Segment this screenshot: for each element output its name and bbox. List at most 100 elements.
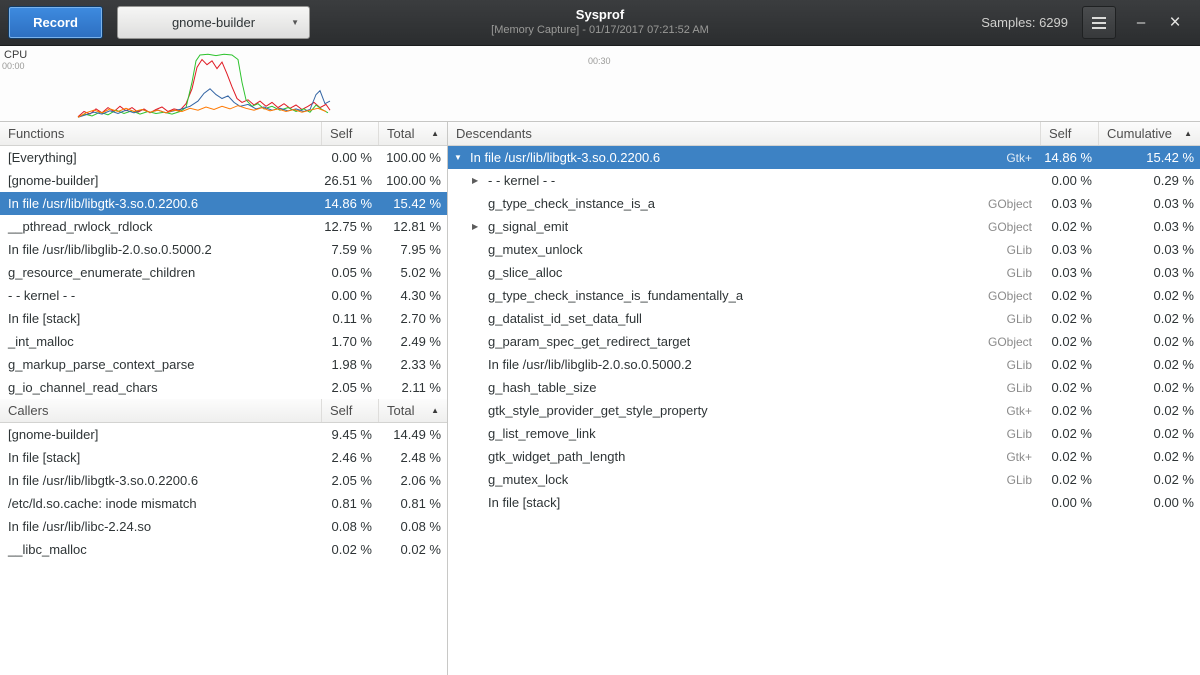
table-row[interactable]: In file /usr/lib/libglib-2.0.so.0.5000.2… <box>0 238 447 261</box>
tree-row[interactable]: In file /usr/lib/libglib-2.0.so.0.5000.2… <box>448 353 1200 376</box>
table-row[interactable]: g_resource_enumerate_children0.05 %5.02 … <box>0 261 447 284</box>
table-row[interactable]: In file /usr/lib/libgtk-3.so.0.2200.614.… <box>0 192 447 215</box>
sort-ascending-icon: ▲ <box>1184 129 1192 138</box>
library-tag: Gtk+ <box>1006 404 1040 418</box>
self-value: 2.05 % <box>321 473 378 488</box>
time-tick-mid: 00:30 <box>588 56 611 66</box>
tree-row[interactable]: g_slice_allocGLib0.03 %0.03 % <box>448 261 1200 284</box>
table-row[interactable]: In file /usr/lib/libc-2.24.so0.08 %0.08 … <box>0 515 447 538</box>
column-header-total[interactable]: Total ▲ <box>378 399 447 422</box>
function-name-cell: __pthread_rwlock_rdlock <box>0 219 321 234</box>
tree-row[interactable]: g_type_check_instance_is_aGObject0.03 %0… <box>448 192 1200 215</box>
library-tag: GLib <box>1007 473 1040 487</box>
total-value: 0.08 % <box>378 519 447 534</box>
tree-row[interactable]: ▼In file /usr/lib/libgtk-3.so.0.2200.6 Gt… <box>448 146 1200 169</box>
function-name: gtk_widget_path_length <box>488 449 625 464</box>
total-value: 12.81 % <box>378 219 447 234</box>
library-tag: GLib <box>1007 312 1040 326</box>
column-header-functions[interactable]: Functions <box>0 122 321 145</box>
descendants-table-header: Descendants Self Cumulative ▲ <box>448 122 1200 146</box>
cumulative-value: 0.03 % <box>1098 196 1200 211</box>
self-value: 0.02 % <box>1040 219 1098 234</box>
table-row[interactable]: In file [stack]0.11 %2.70 % <box>0 307 447 330</box>
descendant-name-cell: g_mutex_lock GLib <box>448 472 1040 487</box>
self-value: 0.02 % <box>1040 472 1098 487</box>
function-name-cell: In file /usr/lib/libglib-2.0.so.0.5000.2 <box>0 242 321 257</box>
sysprof-window: Record gnome-builder ▼ Sysprof [Memory C… <box>0 0 1200 675</box>
table-row[interactable]: __libc_malloc0.02 %0.02 % <box>0 538 447 561</box>
table-row[interactable]: [gnome-builder]9.45 %14.49 % <box>0 423 447 446</box>
record-button[interactable]: Record <box>8 6 103 39</box>
tree-row[interactable]: g_mutex_lockGLib0.02 %0.02 % <box>448 468 1200 491</box>
expander-icon[interactable]: ▼ <box>454 153 470 162</box>
cumulative-value: 0.02 % <box>1098 380 1200 395</box>
tree-row[interactable]: ▶- - kernel - -0.00 %0.29 % <box>448 169 1200 192</box>
left-pane-empty-space <box>0 561 447 675</box>
table-row[interactable]: g_markup_parse_context_parse1.98 %2.33 % <box>0 353 447 376</box>
tree-row[interactable]: g_datalist_id_set_data_fullGLib0.02 %0.0… <box>448 307 1200 330</box>
function-name-cell: - - kernel - - <box>0 288 321 303</box>
column-header-cumulative[interactable]: Cumulative ▲ <box>1098 122 1200 145</box>
column-header-self[interactable]: Self <box>321 399 378 422</box>
function-name: g_datalist_id_set_data_full <box>488 311 642 326</box>
function-name-cell: [gnome-builder] <box>0 427 321 442</box>
expander-icon[interactable]: ▶ <box>472 222 488 231</box>
minimize-button[interactable]: – <box>1124 6 1158 39</box>
descendant-name-cell: g_type_check_instance_is_fundamentally_a… <box>448 288 1040 303</box>
table-row[interactable]: /etc/ld.so.cache: inode mismatch0.81 %0.… <box>0 492 447 515</box>
function-name: In file /usr/lib/libgtk-3.so.0.2200.6 <box>470 150 660 165</box>
table-row[interactable]: g_io_channel_read_chars2.05 %2.11 % <box>0 376 447 399</box>
cpu-usage-graph[interactable]: CPU 00:00 00:30 <box>0 46 1200 122</box>
table-row[interactable]: [gnome-builder]26.51 %100.00 % <box>0 169 447 192</box>
table-row[interactable]: __pthread_rwlock_rdlock12.75 %12.81 % <box>0 215 447 238</box>
tree-row[interactable]: g_hash_table_sizeGLib0.02 %0.02 % <box>448 376 1200 399</box>
column-header-self[interactable]: Self <box>1040 122 1098 145</box>
close-button[interactable]: × <box>1158 6 1192 39</box>
function-name-cell: In file /usr/lib/libc-2.24.so <box>0 519 321 534</box>
expander-icon[interactable]: ▶ <box>472 176 488 185</box>
total-value: 15.42 % <box>378 196 447 211</box>
process-selector-dropdown[interactable]: gnome-builder ▼ <box>117 6 310 39</box>
function-name: g_type_check_instance_is_fundamentally_a <box>488 288 743 303</box>
table-row[interactable]: - - kernel - -0.00 %4.30 % <box>0 284 447 307</box>
tree-row[interactable]: gtk_style_provider_get_style_propertyGtk… <box>448 399 1200 422</box>
function-name: g_mutex_lock <box>488 472 568 487</box>
hamburger-icon <box>1092 17 1106 19</box>
column-header-callers[interactable]: Callers <box>0 399 321 422</box>
tree-row[interactable]: g_list_remove_linkGLib0.02 %0.02 % <box>448 422 1200 445</box>
cumulative-value: 0.00 % <box>1098 495 1200 510</box>
table-row[interactable]: [Everything]0.00 %100.00 % <box>0 146 447 169</box>
self-value: 0.03 % <box>1040 242 1098 257</box>
tree-row[interactable]: In file [stack]0.00 %0.00 % <box>448 491 1200 514</box>
function-name-cell: /etc/ld.so.cache: inode mismatch <box>0 496 321 511</box>
tree-row[interactable]: gtk_widget_path_lengthGtk+0.02 %0.02 % <box>448 445 1200 468</box>
library-tag: GLib <box>1007 381 1040 395</box>
tree-row[interactable]: g_mutex_unlockGLib0.03 %0.03 % <box>448 238 1200 261</box>
library-tag: Gtk+ <box>1006 151 1040 165</box>
samples-count: Samples: 6299 <box>981 15 1068 30</box>
self-value: 0.02 % <box>1040 311 1098 326</box>
library-tag: GObject <box>988 197 1040 211</box>
tree-row[interactable]: g_type_check_instance_is_fundamentally_a… <box>448 284 1200 307</box>
library-tag: GLib <box>1007 427 1040 441</box>
library-tag: GObject <box>988 289 1040 303</box>
self-value: 0.02 % <box>321 542 378 557</box>
table-row[interactable]: In file [stack]2.46 %2.48 % <box>0 446 447 469</box>
self-value: 0.11 % <box>321 311 378 326</box>
header-right: Samples: 6299 – × <box>981 6 1192 39</box>
library-tag: GObject <box>988 335 1040 349</box>
table-row[interactable]: _int_malloc1.70 %2.49 % <box>0 330 447 353</box>
tree-row[interactable]: g_param_spec_get_redirect_targetGObject0… <box>448 330 1200 353</box>
cumulative-value: 0.03 % <box>1098 242 1200 257</box>
column-header-descendants[interactable]: Descendants <box>448 122 1040 145</box>
self-value: 0.02 % <box>1040 426 1098 441</box>
column-header-total[interactable]: Total ▲ <box>378 122 447 145</box>
menu-button[interactable] <box>1082 6 1116 39</box>
self-value: 0.02 % <box>1040 380 1098 395</box>
library-tag: GLib <box>1007 243 1040 257</box>
table-row[interactable]: In file /usr/lib/libgtk-3.so.0.2200.62.0… <box>0 469 447 492</box>
column-header-self[interactable]: Self <box>321 122 378 145</box>
library-tag: GObject <box>988 220 1040 234</box>
self-value: 1.70 % <box>321 334 378 349</box>
tree-row[interactable]: ▶g_signal_emitGObject0.02 %0.03 % <box>448 215 1200 238</box>
